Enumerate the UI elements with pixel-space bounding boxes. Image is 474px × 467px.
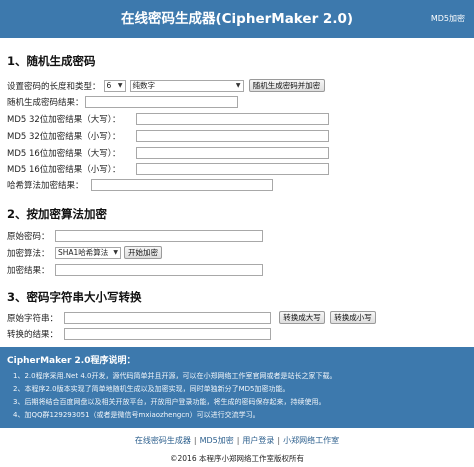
chevron-down-icon: ▼ — [117, 82, 123, 89]
md5-16-upper-field[interactable] — [136, 146, 329, 159]
hash-row: 哈希算法加密结果： — [7, 178, 273, 191]
footer-separator: | — [193, 436, 197, 445]
generate-button[interactable]: 随机生成密码并加密 — [248, 79, 325, 92]
section3-title: 3、密码字符串大小写转换 — [7, 290, 142, 304]
random-result-field[interactable] — [84, 95, 238, 108]
original-password-label: 原始密码： — [7, 231, 50, 242]
info-panel: CipherMaker 2.0程序说明： 1、2.0程序采用.Net 4.0开发… — [0, 347, 474, 428]
chevron-down-icon: ▼ — [235, 82, 241, 89]
original-string-field[interactable] — [64, 311, 271, 324]
original-password-field[interactable] — [55, 229, 263, 242]
md5-32-upper-field[interactable] — [136, 112, 329, 125]
md5-16-lower-label: MD5 16位加密结果（小写）： — [7, 164, 121, 175]
md5-32-lower-label: MD5 32位加密结果（小写）： — [7, 131, 121, 142]
info-note: 3、后期将结合百度网盘以及相关开放平台，开放用户登录功能，将生成的密码保存起来，… — [13, 398, 326, 406]
result-row: 随机生成密码结果： — [7, 95, 238, 108]
page-title: 在线密码生成器(CipherMaker 2.0) — [120, 11, 354, 27]
settings-row: 设置密码的长度和类型： 6 ▼ 纯数字 ▼ 随机生成密码并加密 — [7, 79, 325, 92]
footer-separator: | — [277, 436, 281, 445]
algorithm-row: 加密算法： SHA1哈希算法 ▼ 开始加密 — [7, 246, 162, 259]
section1-title: 1、随机生成密码 — [7, 54, 96, 68]
to-lower-button[interactable]: 转换成小写 — [330, 311, 376, 324]
md5-32-upper-row: MD5 32位加密结果（大写）： — [7, 112, 329, 125]
encrypt-result-field[interactable] — [55, 263, 263, 276]
algorithm-value: SHA1哈希算法 — [58, 248, 109, 257]
footer-link-md5[interactable]: MD5加密 — [200, 436, 234, 445]
chevron-down-icon: ▼ — [113, 249, 118, 256]
md5-32-lower-row: MD5 32位加密结果（小写）： — [7, 129, 329, 142]
info-title: CipherMaker 2.0程序说明： — [7, 356, 136, 366]
convert-result-field[interactable] — [64, 327, 271, 340]
original-string-label: 原始字符串： — [7, 313, 59, 324]
original-string-row: 原始字符串： 转换成大写 转换成小写 — [7, 311, 376, 324]
md5-16-lower-field[interactable] — [136, 162, 329, 175]
algorithm-label: 加密算法： — [7, 248, 50, 259]
footer-link-studio[interactable]: 小郑网络工作室 — [283, 436, 339, 445]
footer-separator: | — [236, 436, 240, 445]
hash-label: 哈希算法加密结果： — [7, 180, 84, 191]
result-label: 随机生成密码结果： — [7, 97, 84, 108]
footer-link-generator[interactable]: 在线密码生成器 — [135, 436, 191, 445]
md5-16-upper-label: MD5 16位加密结果（大写）： — [7, 148, 121, 159]
md5-32-lower-field[interactable] — [136, 129, 329, 142]
md5-link[interactable]: MD5加密 — [431, 13, 465, 24]
info-note: 1、2.0程序采用.Net 4.0开发，源代码简单并且开源，可以在小郑网络工作室… — [13, 372, 337, 380]
hash-field[interactable] — [91, 178, 273, 191]
type-select[interactable]: 纯数字 ▼ — [129, 79, 244, 92]
length-value: 6 — [106, 81, 112, 90]
convert-result-row: 转换的结果： — [7, 327, 271, 340]
app-header: 在线密码生成器(CipherMaker 2.0) MD5加密 — [0, 0, 474, 38]
md5-16-lower-row: MD5 16位加密结果（小写）： — [7, 162, 329, 175]
footer-nav: 在线密码生成器 | MD5加密 | 用户登录 | 小郑网络工作室 — [0, 435, 474, 446]
info-note: 4、加QQ群129293051（或者是微信号mxiaozhengcn）可以进行交… — [13, 411, 260, 419]
encrypt-button[interactable]: 开始加密 — [124, 246, 162, 259]
original-password-row: 原始密码： — [7, 229, 263, 242]
algorithm-select[interactable]: SHA1哈希算法 ▼ — [55, 246, 121, 259]
length-select[interactable]: 6 ▼ — [103, 79, 126, 92]
footer-link-login[interactable]: 用户登录 — [242, 436, 274, 445]
md5-32-upper-label: MD5 32位加密结果（大写）： — [7, 114, 121, 125]
to-upper-button[interactable]: 转换成大写 — [279, 311, 325, 324]
encrypt-result-label: 加密结果： — [7, 265, 50, 276]
section2-title: 2、按加密算法加密 — [7, 207, 108, 221]
type-value: 纯数字 — [132, 81, 156, 90]
info-note: 2、本程序2.0版本实现了简单地随机生成以及加密实现，同时单独新分了MD5加密功… — [13, 385, 290, 393]
settings-label: 设置密码的长度和类型： — [7, 81, 101, 92]
copyright-text: ©2016 本程序小郑网络工作室版权所有 — [170, 454, 304, 463]
encrypt-result-row: 加密结果： — [7, 263, 263, 276]
convert-result-label: 转换的结果： — [7, 329, 59, 340]
md5-16-upper-row: MD5 16位加密结果（大写）： — [7, 146, 329, 159]
